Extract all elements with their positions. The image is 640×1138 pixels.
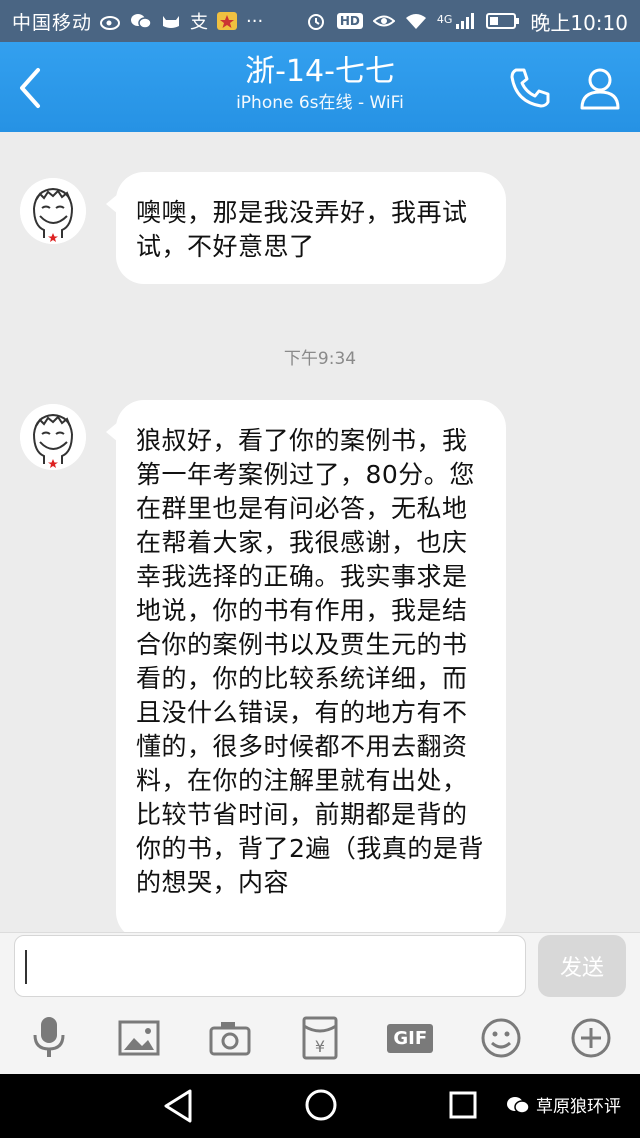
microphone-icon[interactable]	[25, 1014, 73, 1062]
message-text: 噢噢，那是我没弄好，我再试试，不好意思了	[136, 198, 468, 261]
avatar[interactable]	[20, 178, 86, 244]
contact-status: iPhone 6s在线 - WiFi	[236, 93, 404, 113]
input-toolbar: ¥ GIF	[0, 1002, 640, 1074]
message-text: 狼叔好，看了你的案例书，我第一年考案例过了，80分。您在群里也是有问必答，无私地…	[136, 426, 484, 897]
hd-icon: HD	[336, 13, 363, 29]
chat-header: 浙-14-七七 iPhone 6s在线 - WiFi	[0, 42, 640, 132]
nav-recent-apps-icon[interactable]	[448, 1090, 478, 1120]
red-packet-label: ¥	[315, 1037, 325, 1056]
carrier-name: 中国移动	[12, 11, 93, 34]
input-bar: 发送	[0, 932, 640, 1002]
avatar[interactable]	[20, 404, 86, 470]
nav-home-icon[interactable]	[304, 1088, 338, 1122]
gif-icon[interactable]: GIF	[386, 1014, 434, 1062]
message-input[interactable]	[14, 935, 526, 997]
send-button[interactable]: 发送	[538, 935, 626, 997]
emoji-icon[interactable]	[477, 1014, 525, 1062]
profile-icon[interactable]	[576, 64, 624, 112]
weibo-icon	[100, 16, 121, 30]
star-icon	[217, 12, 238, 30]
status-bar: 中国移动 支 ··· HD 4G 晚上10:10	[0, 0, 640, 42]
red-packet-icon[interactable]: ¥	[296, 1014, 344, 1062]
alarm-icon	[307, 14, 324, 30]
watermark: 草原狼环评	[506, 1092, 621, 1117]
signal-icon	[456, 13, 475, 29]
camera-icon[interactable]	[206, 1014, 254, 1062]
plus-icon[interactable]	[567, 1014, 615, 1062]
system-nav-bar: 草原狼环评	[0, 1074, 640, 1138]
eye-icon	[372, 15, 395, 27]
network-type: 4G	[436, 12, 453, 26]
message-bubble[interactable]: 狼叔好，看了你的案例书，我第一年考案例过了，80分。您在群里也是有问必答，无私地…	[106, 400, 506, 932]
message-timestamp: 下午9:34	[283, 349, 357, 369]
message-list[interactable]: 噢噢，那是我没弄好，我再试试，不好意思了 下午9:34 狼叔好，看了你的案例书，…	[0, 132, 640, 932]
battery-icon	[486, 13, 520, 29]
back-arrow-icon[interactable]	[14, 66, 48, 110]
image-icon[interactable]	[115, 1014, 163, 1062]
text-caret	[25, 950, 27, 984]
watermark-text: 草原狼环评	[536, 1097, 621, 1117]
wechat-icon	[131, 14, 152, 29]
more-icon: ···	[246, 10, 264, 32]
contact-name: 浙-14-七七	[245, 54, 395, 89]
title-block: 浙-14-七七 iPhone 6s在线 - WiFi	[140, 52, 500, 114]
phone-call-icon[interactable]	[506, 64, 554, 112]
nav-back-icon[interactable]	[162, 1088, 194, 1124]
gif-label: GIF	[387, 1023, 434, 1053]
wechat-icon	[507, 1096, 530, 1114]
alipay-icon: 支	[190, 12, 209, 33]
message-bubble[interactable]: 噢噢，那是我没弄好，我再试试，不好意思了	[106, 172, 506, 284]
wifi-icon	[405, 14, 426, 29]
status-time: 晚上10:10	[530, 10, 628, 35]
cat-icon	[163, 16, 180, 28]
